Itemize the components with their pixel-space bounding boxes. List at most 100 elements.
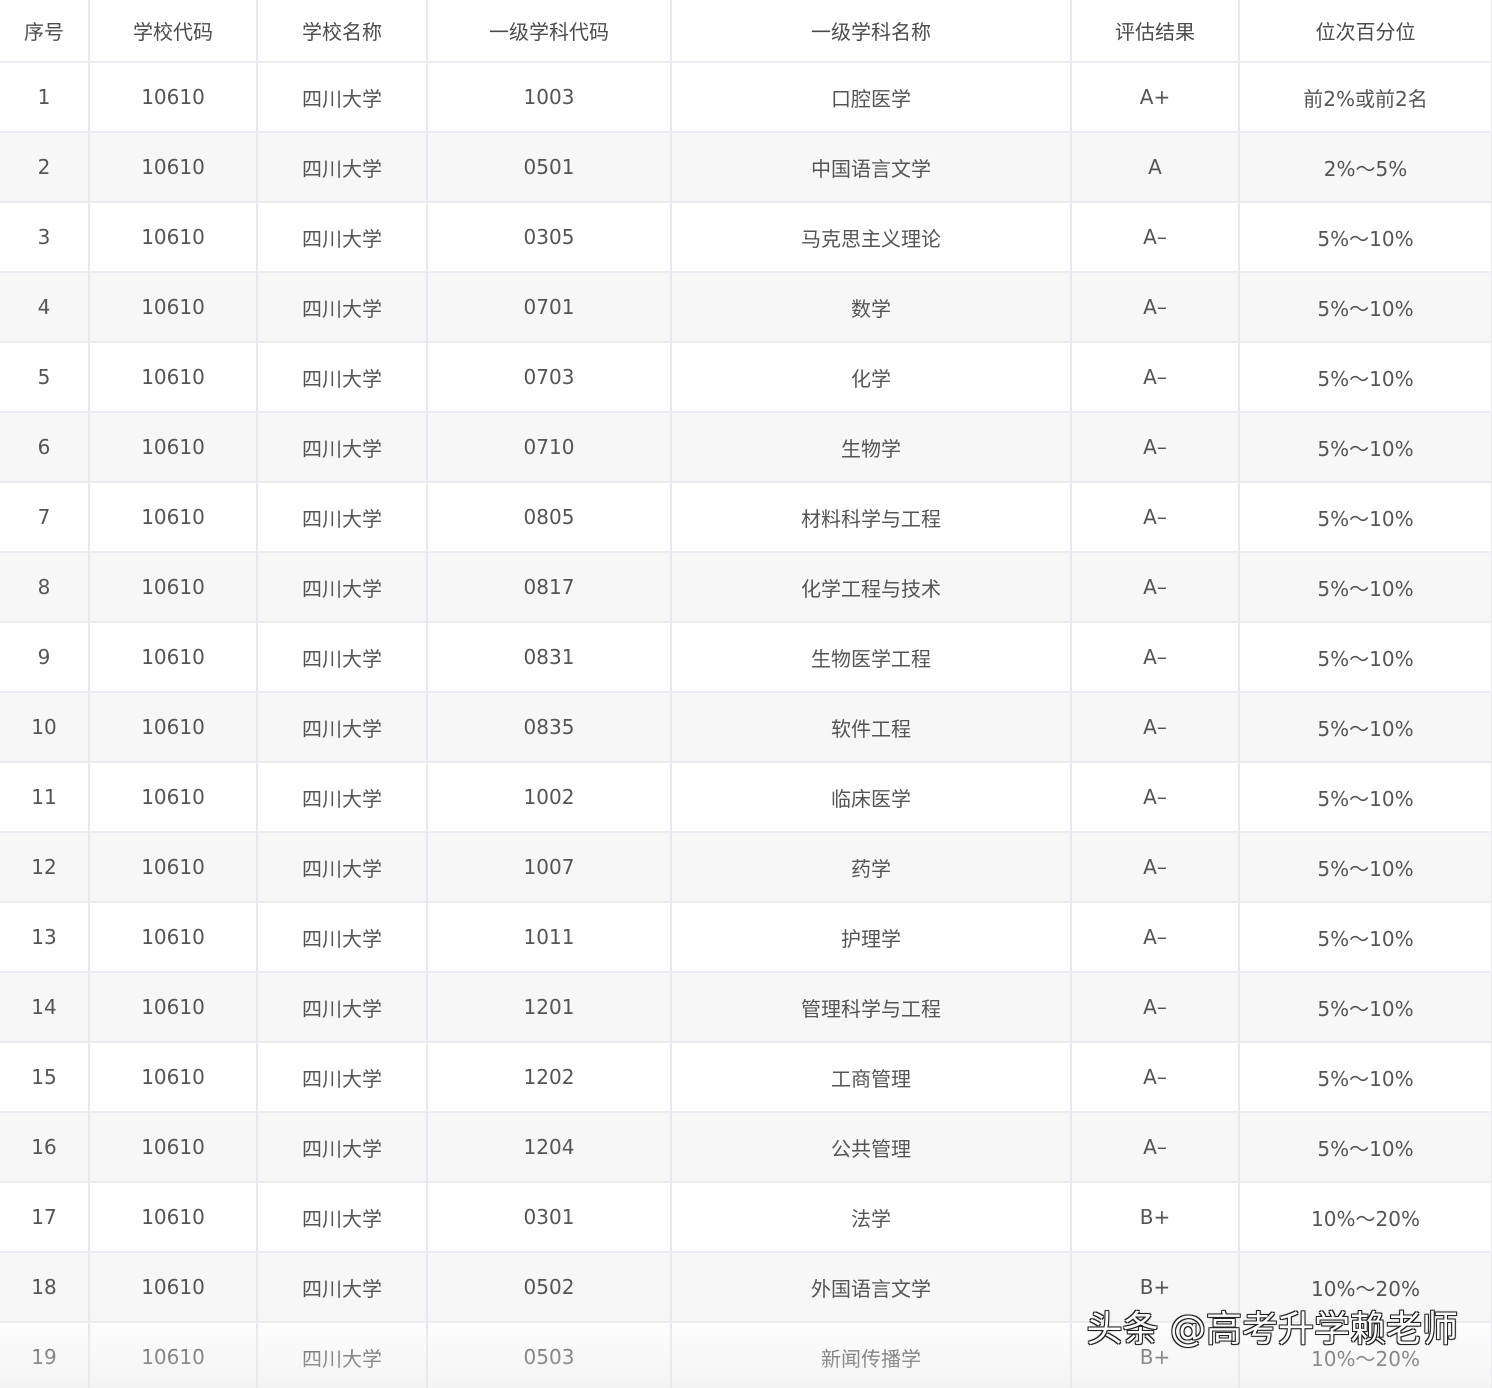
cell-school-name: 四川大学 (257, 1252, 428, 1323)
table-header: 序号 学校代码 学校名称 一级学科代码 一级学科名称 评估结果 位次百分位 (0, 0, 1492, 63)
cell-discipline-name: 药学 (671, 832, 1072, 903)
cell-index: 12 (0, 832, 90, 903)
cell-percentile: 5%～10% (1239, 482, 1492, 553)
cell-index: 2 (0, 132, 90, 203)
cell-result: A+ (1071, 62, 1240, 133)
cell-school-code: 10610 (89, 1042, 258, 1113)
table-row: 8 10610 四川大学 0817 化学工程与技术 A– 5%～10% (0, 552, 1492, 623)
cell-discipline-name: 新闻传播学 (671, 1322, 1072, 1388)
cell-discipline-code: 0502 (427, 1252, 672, 1323)
cell-discipline-code: 1201 (427, 972, 672, 1043)
cell-school-name: 四川大学 (257, 202, 428, 273)
cell-discipline-code: 1011 (427, 902, 672, 973)
table-row: 19 10610 四川大学 0503 新闻传播学 B+ 10%～20% (0, 1322, 1492, 1388)
table-row: 3 10610 四川大学 0305 马克思主义理论 A– 5%～10% (0, 202, 1492, 273)
header-school-name: 学校名称 (257, 0, 428, 63)
header-discipline-code: 一级学科代码 (427, 0, 672, 63)
cell-index: 18 (0, 1252, 90, 1323)
cell-percentile: 10%～20% (1239, 1322, 1492, 1388)
cell-school-code: 10610 (89, 132, 258, 203)
cell-school-code: 10610 (89, 902, 258, 973)
cell-school-code: 10610 (89, 412, 258, 483)
table-row: 4 10610 四川大学 0701 数学 A– 5%～10% (0, 272, 1492, 343)
cell-discipline-name: 软件工程 (671, 692, 1072, 763)
cell-discipline-name: 材料科学与工程 (671, 482, 1072, 553)
cell-percentile: 5%～10% (1239, 552, 1492, 623)
header-row: 序号 学校代码 学校名称 一级学科代码 一级学科名称 评估结果 位次百分位 (0, 0, 1492, 63)
cell-result: A– (1071, 972, 1240, 1043)
cell-result: A– (1071, 1112, 1240, 1183)
cell-percentile: 5%～10% (1239, 202, 1492, 273)
cell-school-name: 四川大学 (257, 62, 428, 133)
evaluation-table: 序号 学校代码 学校名称 一级学科代码 一级学科名称 评估结果 位次百分位 11… (0, 0, 1492, 1388)
table-body: 1 10610 四川大学 1003 口腔医学 A+ 前2%或前2名 2 10610 四川大学 050… (0, 62, 1492, 1388)
cell-discipline-code: 0301 (427, 1182, 672, 1253)
cell-discipline-name: 数学 (671, 272, 1072, 343)
cell-school-name: 四川大学 (257, 1042, 428, 1113)
cell-index: 15 (0, 1042, 90, 1113)
cell-result: A– (1071, 762, 1240, 833)
cell-index: 9 (0, 622, 90, 693)
cell-school-name: 四川大学 (257, 1322, 428, 1388)
cell-school-name: 四川大学 (257, 132, 428, 203)
cell-percentile: 5%～10% (1239, 272, 1492, 343)
cell-result: B+ (1071, 1322, 1240, 1388)
cell-result: A– (1071, 692, 1240, 763)
cell-index: 16 (0, 1112, 90, 1183)
cell-school-code: 10610 (89, 762, 258, 833)
cell-discipline-name: 口腔医学 (671, 62, 1072, 133)
cell-school-name: 四川大学 (257, 412, 428, 483)
cell-school-code: 10610 (89, 482, 258, 553)
cell-discipline-code: 0835 (427, 692, 672, 763)
cell-school-code: 10610 (89, 1322, 258, 1388)
cell-percentile: 5%～10% (1239, 1042, 1492, 1113)
cell-result: A– (1071, 552, 1240, 623)
cell-school-code: 10610 (89, 552, 258, 623)
table-row: 15 10610 四川大学 1202 工商管理 A– 5%～10% (0, 1042, 1492, 1113)
cell-discipline-code: 1007 (427, 832, 672, 903)
cell-index: 17 (0, 1182, 90, 1253)
cell-school-name: 四川大学 (257, 1112, 428, 1183)
cell-index: 6 (0, 412, 90, 483)
table-row: 18 10610 四川大学 0502 外国语言文学 B+ 10%～20% (0, 1252, 1492, 1323)
cell-percentile: 前2%或前2名 (1239, 62, 1492, 133)
cell-result: A– (1071, 202, 1240, 273)
cell-discipline-code: 0805 (427, 482, 672, 553)
cell-school-code: 10610 (89, 272, 258, 343)
cell-discipline-name: 外国语言文学 (671, 1252, 1072, 1323)
cell-index: 13 (0, 902, 90, 973)
cell-discipline-code: 0501 (427, 132, 672, 203)
table-row: 13 10610 四川大学 1011 护理学 A– 5%～10% (0, 902, 1492, 973)
cell-result: A– (1071, 342, 1240, 413)
cell-school-code: 10610 (89, 62, 258, 133)
cell-result: A– (1071, 622, 1240, 693)
cell-school-name: 四川大学 (257, 622, 428, 693)
table-row: 10 10610 四川大学 0835 软件工程 A– 5%～10% (0, 692, 1492, 763)
cell-result: A (1071, 132, 1240, 203)
cell-percentile: 5%～10% (1239, 412, 1492, 483)
cell-discipline-name: 化学 (671, 342, 1072, 413)
cell-school-code: 10610 (89, 1182, 258, 1253)
page: 序号 学校代码 学校名称 一级学科代码 一级学科名称 评估结果 位次百分位 11… (0, 0, 1492, 1388)
cell-percentile: 5%～10% (1239, 622, 1492, 693)
cell-school-name: 四川大学 (257, 272, 428, 343)
cell-school-name: 四川大学 (257, 902, 428, 973)
cell-discipline-name: 生物学 (671, 412, 1072, 483)
cell-percentile: 5%～10% (1239, 972, 1492, 1043)
cell-index: 19 (0, 1322, 90, 1388)
header-index: 序号 (0, 0, 90, 63)
cell-discipline-name: 中国语言文学 (671, 132, 1072, 203)
cell-result: A– (1071, 902, 1240, 973)
cell-discipline-code: 0503 (427, 1322, 672, 1388)
cell-percentile: 2%～5% (1239, 132, 1492, 203)
cell-discipline-name: 法学 (671, 1182, 1072, 1253)
header-result: 评估结果 (1071, 0, 1240, 63)
cell-index: 4 (0, 272, 90, 343)
cell-discipline-name: 护理学 (671, 902, 1072, 973)
cell-school-name: 四川大学 (257, 552, 428, 623)
cell-discipline-code: 0701 (427, 272, 672, 343)
table-row: 12 10610 四川大学 1007 药学 A– 5%～10% (0, 832, 1492, 903)
cell-discipline-code: 0817 (427, 552, 672, 623)
table-row: 5 10610 四川大学 0703 化学 A– 5%～10% (0, 342, 1492, 413)
cell-school-name: 四川大学 (257, 692, 428, 763)
